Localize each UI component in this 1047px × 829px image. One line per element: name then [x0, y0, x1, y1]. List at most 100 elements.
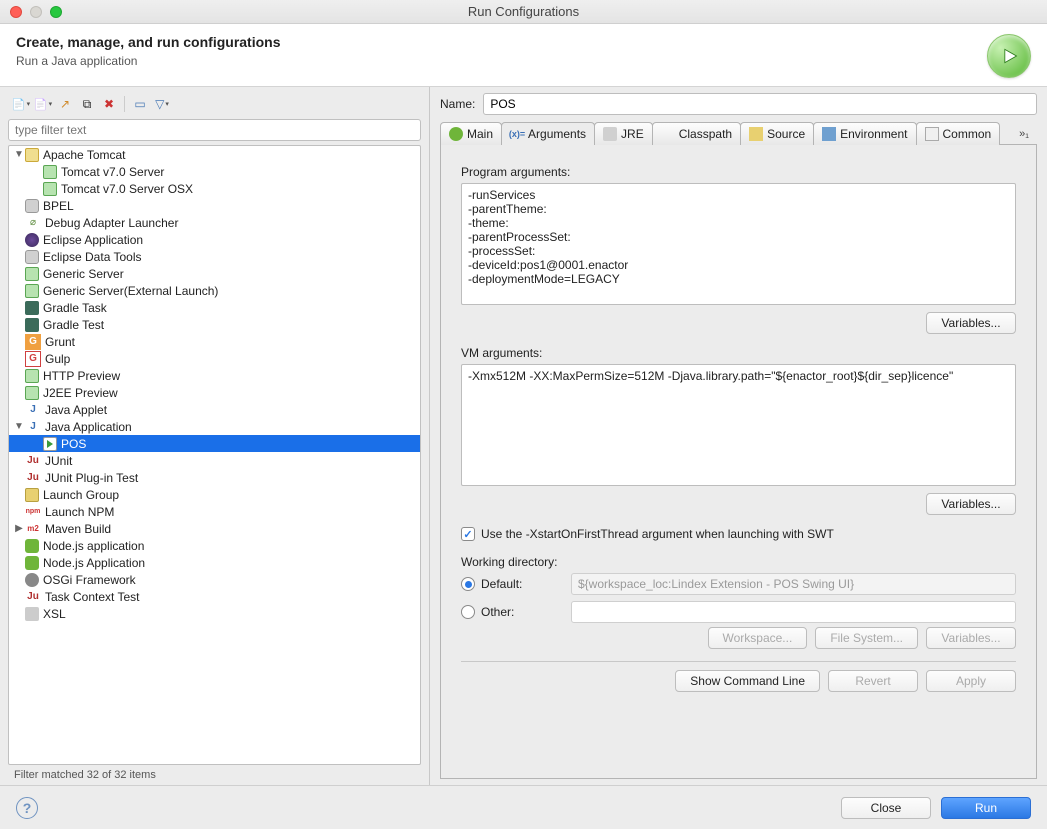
- tree-item[interactable]: HTTP Preview: [9, 367, 420, 384]
- tree-item[interactable]: POS: [9, 435, 420, 452]
- tree-item[interactable]: GGrunt: [9, 333, 420, 350]
- config-toolbar: [8, 93, 421, 119]
- tree-item-label: Eclipse Application: [43, 233, 143, 247]
- apply-button[interactable]: Apply: [926, 670, 1016, 692]
- close-button[interactable]: Close: [841, 797, 931, 819]
- tab-arguments[interactable]: (x)=Arguments: [501, 122, 595, 145]
- tab-label: Source: [767, 127, 805, 141]
- tree-item[interactable]: ▼JJava Application: [9, 418, 420, 435]
- arguments-panel: Program arguments: Variables... VM argum…: [440, 145, 1037, 779]
- wd-variables-button[interactable]: Variables...: [926, 627, 1016, 649]
- tree-item-label: Gradle Test: [43, 318, 104, 332]
- disclosure-arrow-icon[interactable]: ▼: [13, 149, 25, 160]
- tab-overflow[interactable]: »₁: [1011, 124, 1037, 144]
- tree-item[interactable]: GGulp: [9, 350, 420, 367]
- db-icon: [25, 250, 39, 264]
- tree-item-label: POS: [61, 437, 86, 451]
- help-button[interactable]: ?: [16, 797, 38, 819]
- tree-item[interactable]: ▶m2Maven Build: [9, 520, 420, 537]
- run-badge-icon: [987, 34, 1031, 78]
- tree-item-label: JUnit Plug-in Test: [45, 471, 138, 485]
- other-radio[interactable]: [461, 605, 475, 619]
- tab-label: JRE: [621, 127, 644, 141]
- disclosure-arrow-icon[interactable]: ▼: [13, 421, 25, 432]
- delete-button[interactable]: [100, 95, 118, 113]
- src-tab-icon: [749, 127, 763, 141]
- tree-item-label: Node.js Application: [43, 556, 145, 570]
- tree-item[interactable]: Node.js application: [9, 537, 420, 554]
- collapse-all-button[interactable]: [131, 95, 149, 113]
- java-icon: J: [25, 419, 41, 435]
- tree-item[interactable]: JuJUnit Plug-in Test: [9, 469, 420, 486]
- tree-item[interactable]: JuTask Context Test: [9, 588, 420, 605]
- vm-args-variables-button[interactable]: Variables...: [926, 493, 1016, 515]
- tree-item[interactable]: XSL: [9, 605, 420, 622]
- tree-item-label: XSL: [43, 607, 66, 621]
- swt-checkbox[interactable]: ✓: [461, 527, 475, 541]
- program-args-textarea[interactable]: [461, 183, 1016, 305]
- tree-item[interactable]: JJava Applet: [9, 401, 420, 418]
- name-input[interactable]: [483, 93, 1037, 115]
- window-title: Run Configurations: [0, 4, 1047, 19]
- tree-item-label: Debug Adapter Launcher: [45, 216, 178, 230]
- tree-item[interactable]: ⌀Debug Adapter Launcher: [9, 214, 420, 231]
- gradle-icon: [25, 301, 39, 315]
- program-args-variables-button[interactable]: Variables...: [926, 312, 1016, 334]
- vm-args-label: VM arguments:: [461, 346, 1016, 360]
- tab-label: Common: [943, 127, 992, 141]
- tree-item[interactable]: ▼Apache Tomcat: [9, 146, 420, 163]
- dialog-header: Create, manage, and run configurations R…: [0, 24, 1047, 87]
- vm-args-textarea[interactable]: [461, 364, 1016, 486]
- tree-item[interactable]: Tomcat v7.0 Server: [9, 163, 420, 180]
- tree-item-label: Launch NPM: [45, 505, 114, 519]
- junit-icon: Ju: [25, 453, 41, 469]
- disclosure-arrow-icon[interactable]: ▶: [13, 523, 25, 534]
- tab-common[interactable]: Common: [916, 122, 1001, 145]
- tree-item[interactable]: Eclipse Application: [9, 231, 420, 248]
- filter-input[interactable]: [8, 119, 421, 141]
- new-prototype-button[interactable]: [34, 95, 52, 113]
- tab-label: Classpath: [679, 127, 732, 141]
- node-icon: [25, 556, 39, 570]
- tree-item-label: Eclipse Data Tools: [43, 250, 142, 264]
- tree-item[interactable]: J2EE Preview: [9, 384, 420, 401]
- filesystem-button[interactable]: File System...: [815, 627, 918, 649]
- show-command-line-button[interactable]: Show Command Line: [675, 670, 820, 692]
- tree-item[interactable]: Generic Server(External Launch): [9, 282, 420, 299]
- export-button[interactable]: [56, 95, 74, 113]
- workspace-button[interactable]: Workspace...: [708, 627, 808, 649]
- tree-item[interactable]: OSGi Framework: [9, 571, 420, 588]
- other-dir-input[interactable]: [571, 601, 1016, 623]
- gulp-icon: G: [25, 351, 41, 367]
- tree-item-label: Generic Server: [43, 267, 124, 281]
- new-config-button[interactable]: [12, 95, 30, 113]
- run-button[interactable]: Run: [941, 797, 1031, 819]
- tree-item[interactable]: Generic Server: [9, 265, 420, 282]
- tree-item-label: Gradle Task: [43, 301, 107, 315]
- tab-source[interactable]: Source: [740, 122, 814, 145]
- tree-item-label: OSGi Framework: [43, 573, 136, 587]
- filter-menu-button[interactable]: [153, 95, 171, 113]
- tree-item[interactable]: JuJUnit: [9, 452, 420, 469]
- node-icon: [25, 539, 39, 553]
- tree-item-label: Tomcat v7.0 Server OSX: [61, 182, 193, 196]
- tab-environment[interactable]: Environment: [813, 122, 916, 145]
- tree-item[interactable]: Tomcat v7.0 Server OSX: [9, 180, 420, 197]
- config-tree[interactable]: ▼Apache TomcatTomcat v7.0 Server Tomcat v…: [8, 145, 421, 765]
- tree-item[interactable]: Gradle Test: [9, 316, 420, 333]
- default-radio[interactable]: [461, 577, 475, 591]
- tab-classpath[interactable]: Classpath: [652, 122, 741, 145]
- grunt-icon: G: [25, 334, 41, 350]
- tree-item[interactable]: BPEL: [9, 197, 420, 214]
- eclipse-icon: [25, 233, 39, 247]
- tab-main[interactable]: Main: [440, 122, 502, 145]
- tab-jre[interactable]: JRE: [594, 122, 653, 145]
- duplicate-button[interactable]: [78, 95, 96, 113]
- tree-item[interactable]: Gradle Task: [9, 299, 420, 316]
- tree-item[interactable]: npmLaunch NPM: [9, 503, 420, 520]
- tree-item[interactable]: Eclipse Data Tools: [9, 248, 420, 265]
- tree-item[interactable]: Node.js Application: [9, 554, 420, 571]
- srv-icon: [25, 369, 39, 383]
- tree-item[interactable]: Launch Group: [9, 486, 420, 503]
- revert-button[interactable]: Revert: [828, 670, 918, 692]
